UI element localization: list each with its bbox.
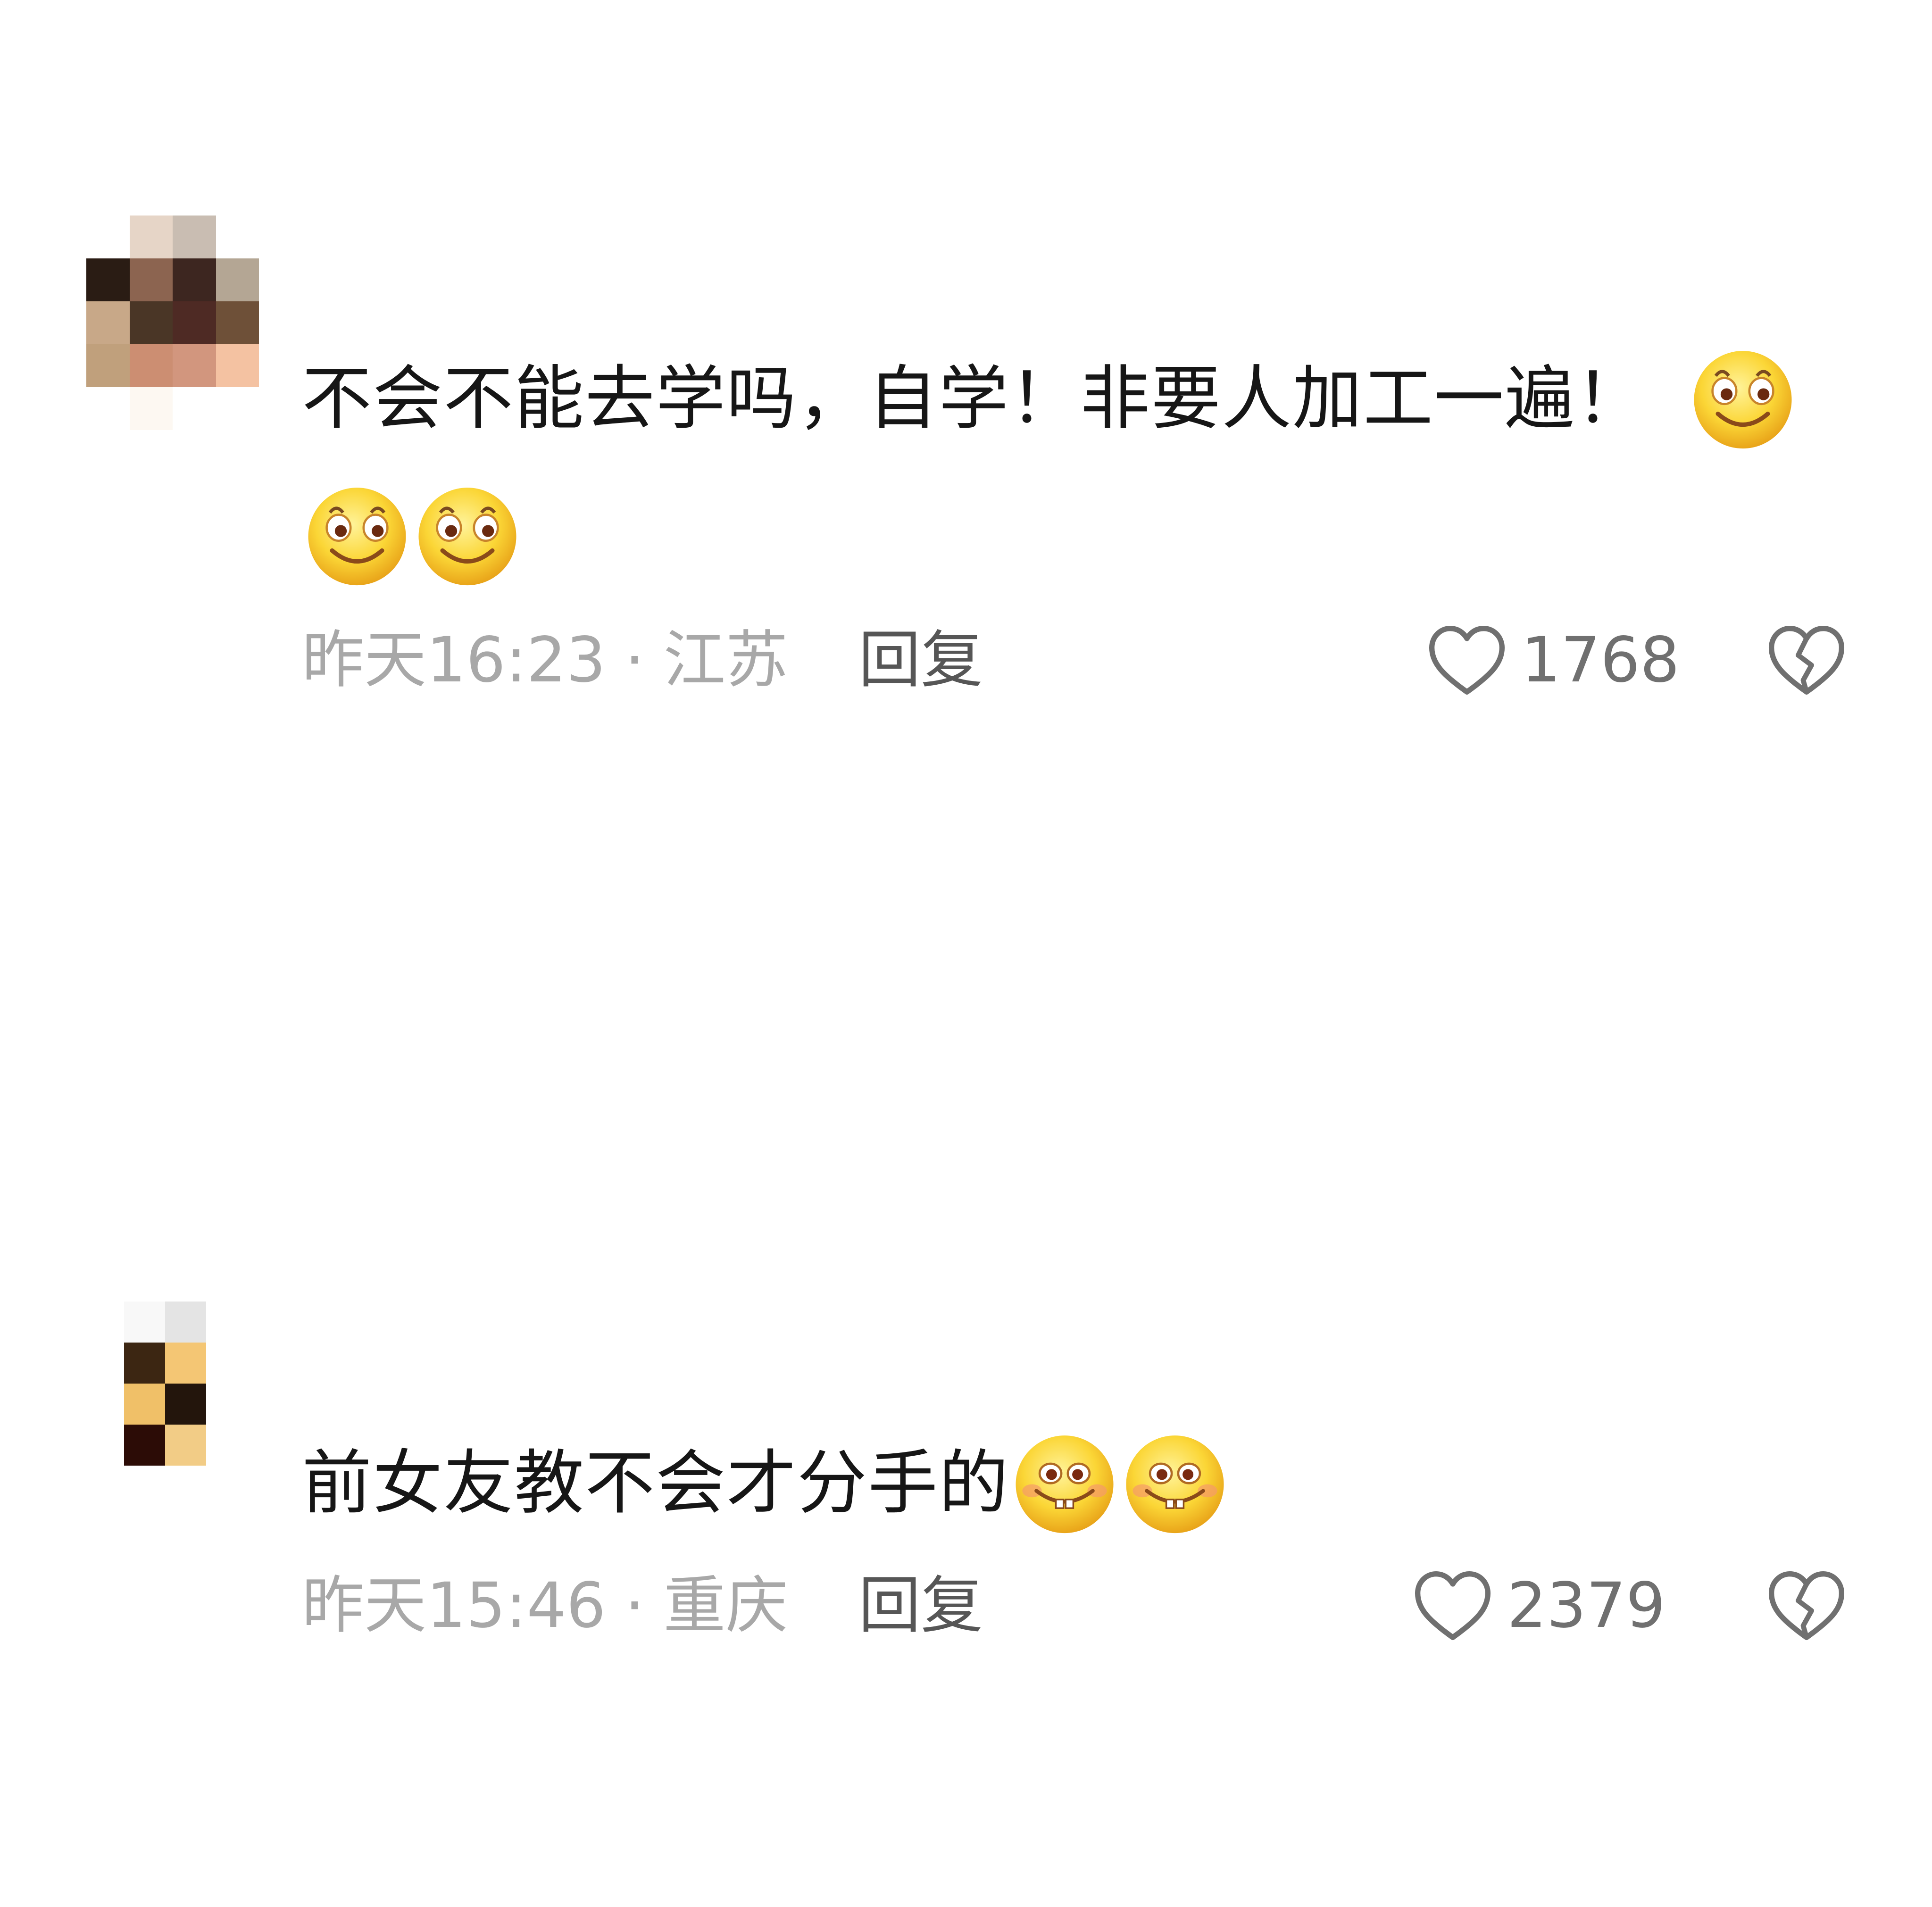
avatar-pixel	[86, 216, 130, 258]
avatar-pixel	[129, 216, 173, 258]
smile-emoji-icon	[303, 480, 411, 589]
grin-emoji-icon	[1010, 1428, 1119, 1536]
smile-emoji-icon	[1689, 343, 1797, 452]
avatar-pixel	[86, 258, 130, 301]
avatar-pixel	[165, 1302, 206, 1343]
avatar-pixel	[173, 216, 216, 258]
avatar-pixel	[173, 387, 216, 430]
avatar-pixel	[216, 387, 259, 430]
dislike-button[interactable]	[1766, 1563, 1847, 1648]
comment-body: 前女友教不会才分手的	[302, 1443, 1009, 1524]
comment-time: 昨天16:23	[302, 624, 606, 696]
comment-text: 前女友教不会才分手的	[302, 1415, 1849, 1551]
avatar-pixel	[216, 301, 259, 344]
reply-button[interactable]: 回复	[858, 1563, 983, 1648]
avatar-pixel	[86, 387, 130, 430]
grin-emoji-icon	[1121, 1428, 1229, 1536]
dislike-button[interactable]	[1766, 618, 1847, 703]
reply-button[interactable]: 回复	[858, 618, 983, 703]
avatar-pixel	[216, 344, 259, 387]
comment-meta: 昨天16:23 · 江苏	[302, 618, 788, 703]
like-button[interactable]: 1768	[1427, 618, 1680, 703]
comment-body: 不会不能去学吗，自学！非要人加工一遍！	[302, 358, 1646, 439]
heart-outline-icon	[1415, 1571, 1491, 1640]
avatar-pixel	[165, 1384, 206, 1425]
heart-outline-icon	[1429, 626, 1505, 695]
comment-meta: 昨天15:46 · 重庆	[302, 1563, 788, 1648]
like-button[interactable]: 2379	[1413, 1563, 1666, 1648]
comment-location: 江苏	[663, 624, 788, 696]
avatar-pixel	[216, 258, 259, 301]
avatar-pixel	[86, 301, 130, 344]
avatar-pixel	[216, 216, 259, 258]
avatar-pixel	[124, 1384, 165, 1425]
avatar-pixel	[129, 344, 173, 387]
avatar-pixel	[165, 1343, 206, 1384]
like-count: 1768	[1521, 624, 1680, 696]
comment-time: 昨天15:46	[302, 1569, 606, 1642]
avatar-pixel	[124, 1302, 165, 1343]
avatar-pixel	[129, 258, 173, 301]
like-count: 2379	[1507, 1569, 1666, 1642]
avatar-pixel	[129, 387, 173, 430]
avatar-pixel	[124, 1343, 165, 1384]
meta-separator: ·	[625, 624, 645, 696]
avatar-pixel	[165, 1425, 206, 1466]
meta-separator: ·	[625, 1569, 645, 1642]
comment-location: 重庆	[663, 1569, 788, 1642]
smile-emoji-icon	[413, 480, 522, 589]
comment-text: 不会不能去学吗，自学！非要人加工一遍！	[302, 330, 1849, 604]
avatar-pixel	[86, 344, 130, 387]
avatar-pixel	[124, 1425, 165, 1466]
avatar-pixel	[173, 344, 216, 387]
broken-heart-icon	[1768, 626, 1845, 695]
avatar-pixel	[173, 301, 216, 344]
avatar[interactable]	[124, 1302, 206, 1466]
avatar-pixel	[173, 258, 216, 301]
broken-heart-icon	[1768, 1571, 1845, 1640]
avatar-pixel	[129, 301, 173, 344]
avatar[interactable]	[86, 216, 259, 430]
